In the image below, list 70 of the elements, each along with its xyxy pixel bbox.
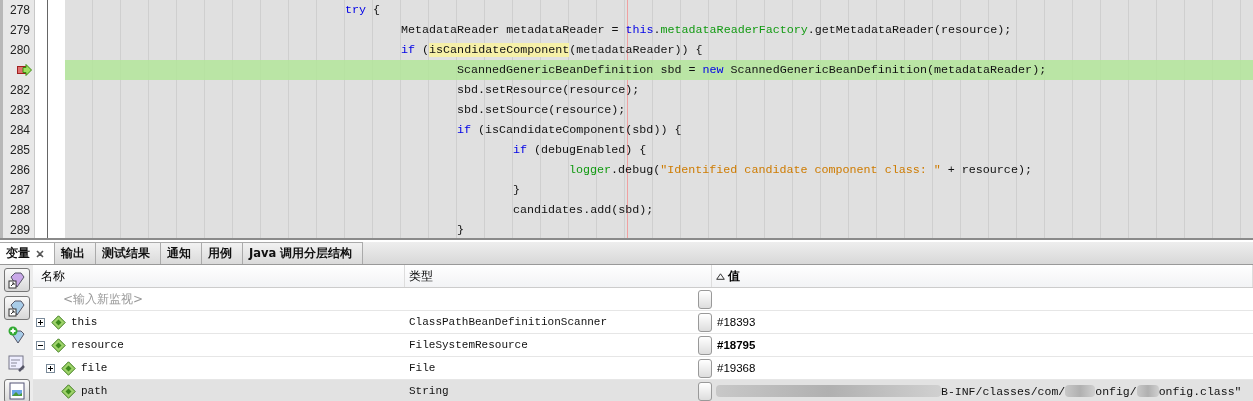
ellipsis-button[interactable]: [698, 335, 712, 355]
toolbar-button[interactable]: [3, 295, 30, 320]
toolbar-button[interactable]: [3, 379, 30, 401]
diamond-icon: [61, 360, 76, 376]
expand-icon[interactable]: [46, 363, 56, 373]
variable-name: resource: [71, 339, 124, 351]
redaction-mark: [1136, 385, 1159, 397]
code-line: candidates.add(sbd);: [513, 203, 654, 217]
line-number: 278: [9, 3, 30, 17]
variable-value: #18393: [717, 316, 756, 328]
variable-type: FileSystemResource: [409, 339, 528, 351]
toolbar-button[interactable]: [3, 268, 30, 292]
code-line: sbd.setResource(resource);: [457, 83, 640, 97]
code-line: ScannedGenericBeanDefinition sbd = new ScannedGenericBeanDefinition(metadataReader);: [457, 63, 1047, 77]
variable-name: file: [81, 362, 108, 374]
line-number: 289: [9, 223, 30, 237]
variable-name: path: [81, 385, 108, 397]
line-number: 283: [9, 103, 30, 117]
variable-value: onfig.class": [1158, 384, 1242, 398]
gem-icon: [6, 269, 27, 290]
arrow-icon: [17, 64, 32, 76]
variable-type: File: [409, 362, 436, 374]
line-number: 282: [9, 83, 30, 97]
panel-tab[interactable]: Java 调用分层结构: [243, 242, 364, 264]
variable-type: ClassPathBeanDefinitionScanner: [409, 316, 608, 328]
code-line: if (debugEnabled) {: [513, 143, 647, 157]
gem-icon: [6, 297, 27, 318]
column-header[interactable]: 名称: [41, 267, 65, 285]
code-line: MetadataReader metadataReader = this.metadataReaderFactory.getMetadataReader(resource);: [401, 23, 1012, 37]
variable-type: String: [409, 385, 449, 397]
column-header[interactable]: 值: [728, 267, 740, 285]
redaction-mark: [1065, 385, 1096, 397]
diamond-icon: [61, 383, 76, 399]
panel-tab[interactable]: 输出: [55, 242, 96, 264]
add-gem-icon: [6, 325, 27, 346]
variable-value: #19368: [717, 362, 756, 374]
expand-icon[interactable]: [36, 317, 46, 327]
diamond-icon: [51, 337, 66, 353]
code-line: try {: [345, 3, 381, 17]
panel-tab[interactable]: 测试结果: [96, 242, 161, 264]
panel-tab[interactable]: 通知: [161, 242, 202, 264]
code-line: }: [457, 223, 464, 237]
code-line: if (isCandidateComponent(metadataReader)) {: [401, 43, 703, 57]
line-number: 284: [9, 123, 30, 137]
variable-name: this: [71, 316, 98, 328]
code-line: if (isCandidateComponent(sbd)) {: [457, 123, 682, 137]
line-number: 286: [9, 163, 30, 177]
panel-tab[interactable]: 用例: [202, 242, 243, 264]
column-header[interactable]: 类型: [409, 267, 433, 285]
wrench-icon: [6, 353, 27, 374]
code-line: sbd.setSource(resource);: [457, 103, 626, 117]
line-number: 288: [9, 203, 30, 217]
variable-value: B-INF/classes/com/: [941, 384, 1066, 398]
line-number: 280: [9, 43, 30, 57]
line-number: 285: [9, 143, 30, 157]
code-line: logger.debug("Identified candidate component class: " + resource);: [569, 163, 1032, 177]
ellipsis-button[interactable]: [698, 358, 712, 378]
ellipsis-button[interactable]: [698, 312, 712, 332]
line-number: 279: [9, 23, 30, 37]
variable-value: onfig/: [1095, 384, 1137, 398]
line-number: 287: [9, 183, 30, 197]
code-line: }: [513, 183, 520, 197]
ellipsis-button[interactable]: [698, 289, 712, 309]
image-icon: [6, 381, 27, 401]
diamond-icon: [51, 314, 66, 330]
collapse-icon[interactable]: [36, 340, 46, 350]
ellipsis-button[interactable]: [698, 381, 712, 401]
panel-tab[interactable]: 变量: [0, 242, 55, 264]
variable-value: #18795: [717, 339, 756, 351]
close-icon[interactable]: [36, 249, 44, 258]
